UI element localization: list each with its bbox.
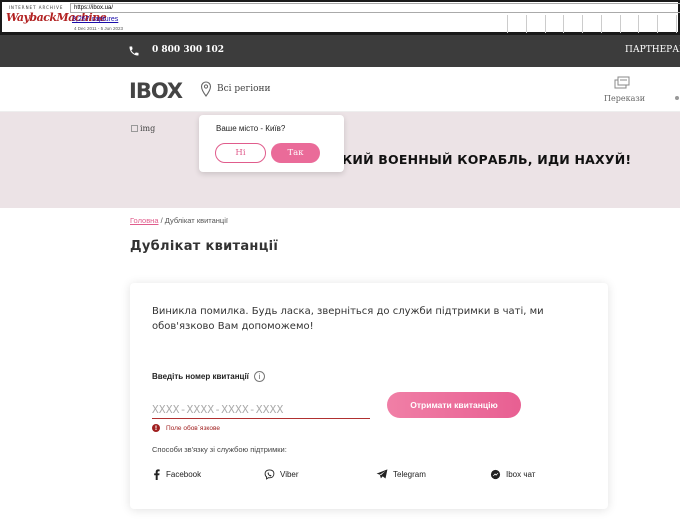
city-no-button[interactable]: Ні (215, 143, 266, 163)
contact-viber-label: Viber (280, 470, 299, 479)
receipt-card: Виникла помилка. Будь ласка, зверніться … (130, 283, 608, 509)
transfers-link[interactable]: Перекази (604, 94, 645, 103)
site-header: IBOX Всі регіони Перекази (0, 67, 680, 112)
facebook-icon (154, 469, 160, 480)
ibox-logo[interactable]: IBOX (129, 79, 183, 103)
support-methods-label: Способи зв'язку зі службою підтримки: (152, 445, 287, 454)
wayback-date-range: 4 Dec 2011 - 5 Jun 2023 (74, 26, 123, 31)
location-pin-icon (200, 81, 212, 97)
contact-ibox-chat-label: Ibox чат (506, 470, 536, 479)
contact-facebook-label: Facebook (166, 470, 202, 479)
top-bar: 0 800 300 102 ПАРТНЕРАМ (0, 35, 680, 67)
wayback-sparkline[interactable] (507, 15, 677, 33)
banner-image-alt: img (140, 124, 156, 133)
contact-viber[interactable]: Viber (264, 469, 299, 480)
contact-telegram-label: Telegram (393, 469, 426, 479)
wayback-url-field[interactable]: https://ibox.ua/ (70, 3, 680, 13)
required-field-error: ! Поле обов`язкове (152, 424, 220, 432)
breadcrumb: Головна / Дублікат квитанції (130, 216, 228, 225)
contact-facebook[interactable]: Facebook (152, 469, 201, 480)
banner-image: img (131, 124, 155, 133)
receipt-number-input[interactable] (152, 400, 370, 419)
page-title: Дублікат квитанції (130, 239, 279, 254)
error-icon: ! (152, 424, 160, 432)
wayback-logo-main: WaybackMachine (6, 11, 107, 24)
wayback-toolbar: INTERNET ARCHIVE WaybackMachine https://… (0, 0, 680, 35)
more-dot (675, 96, 679, 100)
region-selector[interactable]: Всі регіони (217, 84, 271, 94)
breadcrumb-home[interactable]: Головна (130, 216, 159, 225)
info-icon[interactable]: i (253, 371, 265, 382)
breadcrumb-current: Дублікат квитанції (164, 216, 228, 225)
city-yes-button[interactable]: Так (271, 143, 320, 163)
error-message: Виникла помилка. Будь ласка, зверніться … (152, 306, 544, 332)
support-phone[interactable]: 0 800 300 102 (152, 45, 224, 55)
banner-text: КИЙ ВОЕННЫЙ КОРАБЛЬ, ИДИ НАХУЙ! (342, 152, 632, 167)
get-receipt-button[interactable]: Отримати квитанцію (387, 392, 521, 418)
phone-icon (129, 46, 139, 56)
city-popup: Ваше місто - Київ? Ні Так (199, 115, 344, 172)
viber-icon (264, 469, 275, 480)
chat-icon (490, 469, 501, 480)
receipt-field-label: Введіть номер квитанції i (152, 371, 265, 382)
contact-ibox-chat[interactable]: Ibox чат (490, 469, 535, 480)
transfer-icon (614, 76, 630, 89)
broken-image-icon (131, 125, 138, 132)
wayback-logo[interactable]: INTERNET ARCHIVE WaybackMachine (6, 5, 107, 31)
required-field-text: Поле обов`язкове (166, 424, 220, 432)
city-question: Ваше місто - Київ? (216, 124, 286, 133)
receipt-field-label-text: Введіть номер квитанції (152, 372, 249, 381)
telegram-icon (376, 469, 388, 479)
contact-telegram[interactable]: Telegram (376, 469, 426, 479)
wayback-captures-link[interactable]: 3,267 captures (72, 16, 118, 23)
wayback-logo-top: INTERNET ARCHIVE (8, 5, 64, 10)
partners-link[interactable]: ПАРТНЕРАМ (625, 45, 680, 55)
